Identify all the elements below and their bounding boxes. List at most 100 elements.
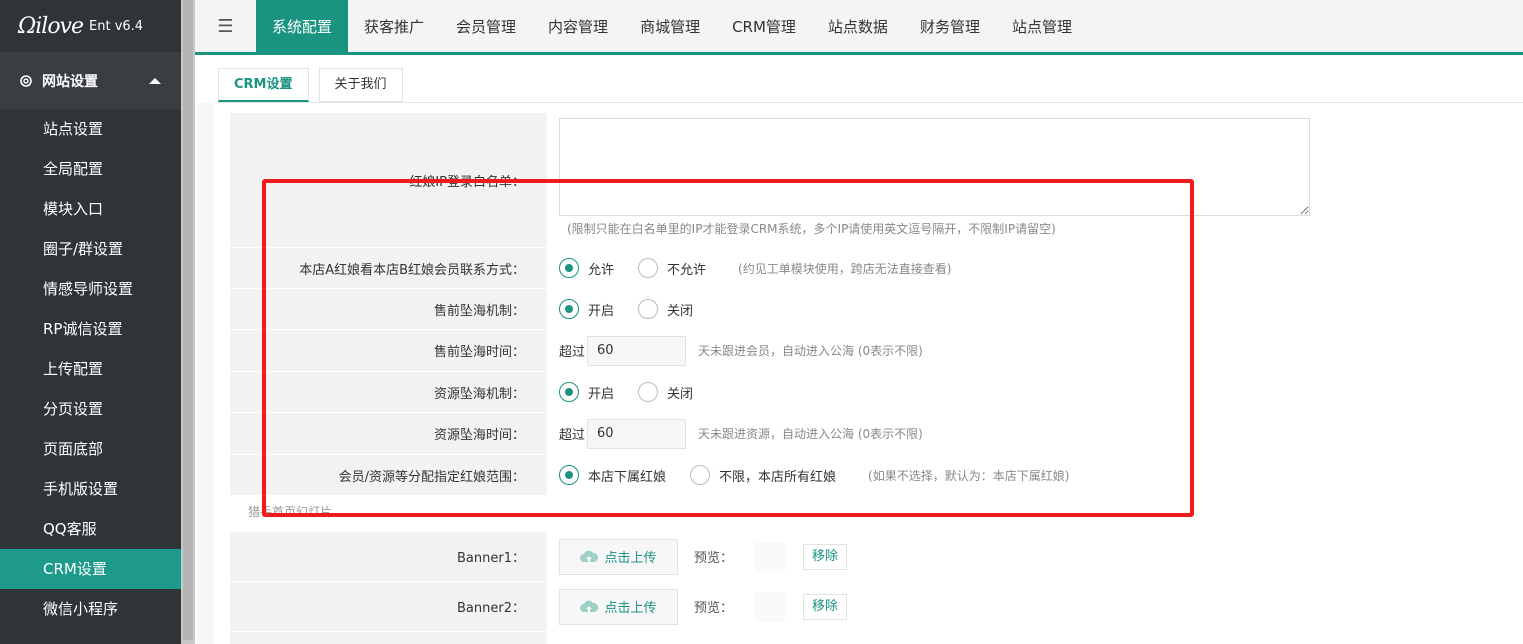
logo-version: Ent v6.4: [89, 18, 144, 34]
top-nav-tab[interactable]: 系统配置: [256, 0, 349, 52]
field-label: 售前坠海机制：: [230, 289, 547, 329]
field-hint: (限制只能在白名单里的IP才能登录CRM系统，多个IP请使用英文逗号隔开，不限制…: [567, 222, 1056, 236]
radio-disable[interactable]: 关闭: [638, 299, 693, 319]
sidebar-item[interactable]: QQ客服: [0, 509, 181, 549]
tab-crm-settings[interactable]: CRM设置: [218, 68, 309, 102]
top-nav-tab[interactable]: 内容管理: [532, 0, 624, 52]
form-row-cross-store: 本店A红娘看本店B红娘会员联系方式： 允许 不允许 (约见工单模块使用，跨店无法…: [230, 248, 1310, 289]
preview-label: 预览：: [694, 601, 734, 616]
top-nav-tab[interactable]: CRM管理: [716, 0, 812, 52]
logo-script: Ωilove: [18, 13, 84, 39]
field-label: 资源坠海机制：: [230, 372, 547, 412]
remove-button[interactable]: 移除: [803, 593, 848, 620]
content-gutter: [197, 103, 214, 644]
sidebar-item[interactable]: 模块入口: [0, 189, 181, 229]
radio-disable[interactable]: 关闭: [638, 382, 693, 402]
radio-label: 不允许: [667, 262, 707, 278]
sidebar-item[interactable]: 分页设置: [0, 389, 181, 429]
sidebar-item[interactable]: 站点设置: [0, 109, 181, 149]
form-row-resource-pool: 资源坠海机制： 开启 关闭: [230, 372, 1310, 413]
sidebar-item[interactable]: 全局配置: [0, 149, 181, 189]
top-nav-tab[interactable]: 获客推广: [348, 0, 440, 52]
radio-circle: [559, 465, 579, 485]
sidebar-item[interactable]: 情感导师设置: [0, 269, 181, 309]
form-row-presale-pool: 售前坠海机制： 开启 关闭: [230, 289, 1310, 330]
radio-circle: [638, 258, 659, 278]
upload-label: 点击上传: [604, 551, 657, 566]
menu-toggle-icon[interactable]: ☰: [195, 0, 256, 52]
sidebar-scrollbar[interactable]: [181, 0, 195, 644]
radio-enable[interactable]: 开启: [559, 299, 614, 319]
top-nav: ☰ 系统配置 获客推广 会员管理 内容管理 商城管理 CRM管理 站点数据 财务管理 站点管理: [195, 0, 1523, 55]
top-nav-tab[interactable]: 会员管理: [440, 0, 532, 52]
radio-allow[interactable]: 允许: [559, 258, 614, 278]
field-hint: (约见工单模块使用，跨店无法直接查看): [738, 261, 952, 276]
sidebar-group-website-settings[interactable]: 网站设置: [0, 52, 181, 109]
tab-about-us[interactable]: 关于我们: [318, 68, 403, 102]
radio-all-matchmakers[interactable]: 不限，本店所有红娘: [690, 465, 836, 485]
prefix-text: 超过: [559, 428, 586, 443]
section-title: 猎手首页幻灯片: [248, 505, 333, 519]
radio-circle: [638, 299, 659, 319]
form-row-banner1: Banner1： 点击上传 预览： 移除: [230, 532, 1310, 582]
main-content: CRM设置 关于我们 红娘IP登录白名单： (限制只能在白名单里的IP才能登录C…: [197, 58, 1523, 644]
divider: [218, 102, 1523, 103]
top-nav-tab[interactable]: 财务管理: [904, 0, 996, 52]
sidebar-item[interactable]: 页面底部: [0, 429, 181, 469]
sidebar-item[interactable]: 微信小程序: [0, 589, 181, 629]
radio-label: 关闭: [667, 386, 694, 402]
radio-label: 不限，本店所有红娘: [719, 469, 837, 485]
gear-icon: [20, 74, 32, 87]
upload-button[interactable]: 点击上传: [559, 538, 678, 575]
sidebar: Ωilove Ent v6.4 网站设置 站点设置 全局配置 模块入口 圈子/群设置情…: [0, 0, 181, 644]
top-nav-tab[interactable]: 商城管理: [624, 0, 716, 52]
resource-days-input[interactable]: 60: [587, 418, 687, 449]
field-label: 本店A红娘看本店B红娘会员联系方式：: [230, 248, 547, 288]
field-label: Banner1：: [230, 532, 547, 581]
field-label: 售前坠海时间：: [230, 330, 547, 371]
radio-label: 开启: [588, 386, 615, 402]
form-row-banner2: Banner2： 点击上传 预览： 移除: [230, 582, 1310, 632]
form-row-assign-range: 会员/资源等分配指定红娘范围： 本店下属红娘 不限，本店所有红娘 (如果不选择，…: [230, 455, 1310, 495]
prefix-text: 超过: [559, 345, 586, 360]
upload-label: 点击上传: [604, 601, 657, 616]
sidebar-item[interactable]: RP诚信设置: [0, 309, 181, 349]
form-row-whitelist: 红娘IP登录白名单： (限制只能在白名单里的IP才能登录CRM系统，多个IP请使…: [230, 113, 1310, 248]
radio-circle: [559, 299, 579, 319]
field-label: [230, 632, 547, 644]
radio-label: 本店下属红娘: [588, 469, 667, 485]
radio-circle: [690, 465, 711, 485]
field-label: 红娘IP登录白名单：: [230, 113, 547, 247]
radio-circle: [638, 382, 659, 402]
sidebar-item[interactable]: 手机版设置: [0, 469, 181, 509]
radio-disallow[interactable]: 不允许: [638, 258, 706, 278]
presale-days-input[interactable]: 60: [587, 335, 687, 366]
field-label: 会员/资源等分配指定红娘范围：: [230, 455, 547, 495]
cloud-upload-icon: [580, 550, 599, 562]
subtabs: CRM设置 关于我们: [218, 68, 413, 102]
scrollbar-thumb[interactable]: [183, 0, 193, 640]
sidebar-item[interactable]: CRM设置: [0, 549, 181, 589]
top-nav-tab[interactable]: 站点数据: [812, 0, 904, 52]
radio-enable[interactable]: 开启: [559, 382, 614, 402]
radio-label: 开启: [588, 303, 615, 319]
preview-image: [755, 591, 786, 622]
radio-store-subordinates[interactable]: 本店下属红娘: [559, 465, 666, 485]
form-row-next: [230, 632, 1310, 644]
ip-whitelist-textarea[interactable]: [559, 118, 1310, 216]
sidebar-group-label: 网站设置: [42, 73, 98, 90]
upload-button[interactable]: 点击上传: [559, 588, 678, 625]
preview-image: [755, 541, 786, 572]
field-label: 资源坠海时间：: [230, 413, 547, 454]
radio-label: 允许: [588, 262, 615, 278]
sidebar-item[interactable]: 圈子/群设置: [0, 229, 181, 269]
chevron-up-icon: [149, 77, 161, 84]
logo[interactable]: Ωilove Ent v6.4: [0, 0, 181, 52]
radio-circle: [559, 258, 579, 278]
radio-circle: [559, 382, 579, 402]
form-row-presale-time: 售前坠海时间： 超过 60 天未跟进会员，自动进入公海 (0表示不限): [230, 330, 1310, 372]
top-nav-tab[interactable]: 站点管理: [996, 0, 1088, 52]
remove-button[interactable]: 移除: [803, 543, 848, 570]
sidebar-item[interactable]: 上传配置: [0, 349, 181, 389]
field-hint: 天未跟进会员，自动进入公海 (0表示不限): [698, 344, 923, 358]
